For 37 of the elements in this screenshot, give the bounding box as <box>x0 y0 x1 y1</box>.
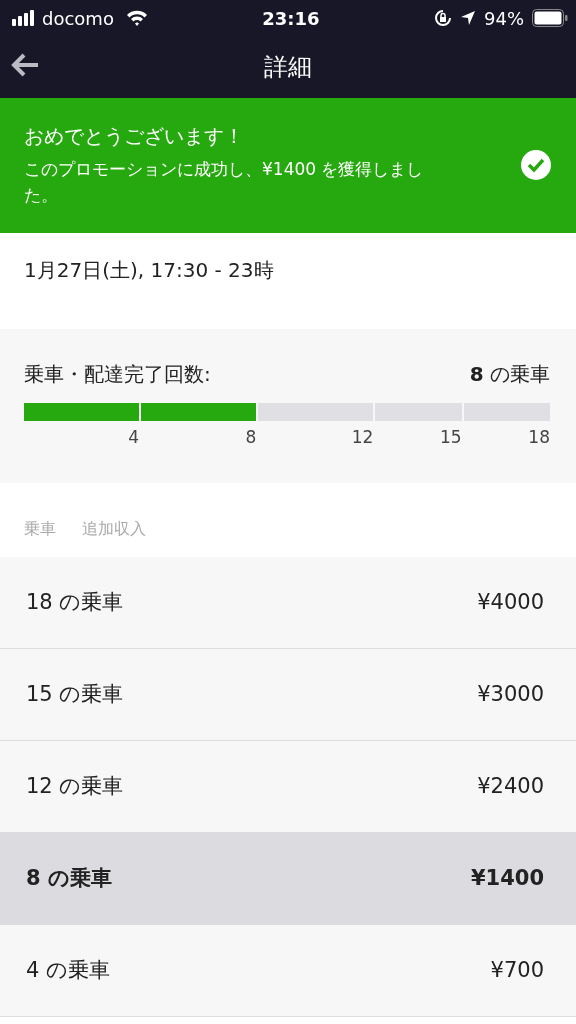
column-header: 追加収入 <box>82 518 146 540</box>
ride-count-label: 18 の乗車 <box>26 588 124 616</box>
ride-count-label: 12 の乗車 <box>26 772 124 800</box>
bonus-amount: ¥700 <box>490 956 544 984</box>
banner-message: このプロモーションに成功し、¥1400 を獲得しました。 <box>24 158 424 207</box>
tick-label: 18 <box>527 426 550 449</box>
ride-count-label: 8 の乗車 <box>26 864 112 892</box>
tier-row[interactable]: 12 の乗車 ¥2400 <box>0 741 576 833</box>
status-time: 23:16 <box>262 6 320 31</box>
column-header: 乗車 <box>24 518 56 540</box>
page-title: 詳細 <box>264 52 312 83</box>
tick-label: 4 <box>127 426 140 449</box>
battery-percent: 94% <box>484 6 524 31</box>
tier-row[interactable]: 18 の乗車 ¥4000 <box>0 557 576 649</box>
progress-label: 乗車・配達完了回数: <box>24 361 211 388</box>
tick-label: 15 <box>439 426 462 449</box>
ride-count-label: 4 の乗車 <box>26 956 111 984</box>
bonus-amount: ¥1400 <box>470 864 544 892</box>
banner-title: おめでとうございます！ <box>24 123 245 150</box>
bonus-amount: ¥4000 <box>477 588 544 616</box>
tick-label: 12 <box>350 426 374 449</box>
ride-count: 8 の乗車 <box>469 361 550 388</box>
rotation-lock-icon <box>434 9 452 27</box>
carrier-name: docomo <box>42 6 114 31</box>
tier-row[interactable]: 15 の乗車 ¥3000 <box>0 649 576 741</box>
period-text: 1月27日(土), 17:30 - 23時 <box>23 257 275 284</box>
tick-label: 8 <box>244 426 257 449</box>
ride-count-label: 15 の乗車 <box>26 680 124 708</box>
wifi-icon <box>125 10 148 26</box>
battery-icon <box>532 9 568 27</box>
back-arrow-icon <box>10 52 40 78</box>
tier-row[interactable]: 8 の乗車 ¥1400 <box>0 833 576 925</box>
tier-row[interactable]: 4 の乗車 ¥700 <box>0 925 576 1017</box>
location-arrow-icon <box>460 10 476 26</box>
bonus-amount: ¥3000 <box>477 680 544 708</box>
bonus-amount: ¥2400 <box>477 772 544 800</box>
back-button[interactable] <box>10 52 40 78</box>
